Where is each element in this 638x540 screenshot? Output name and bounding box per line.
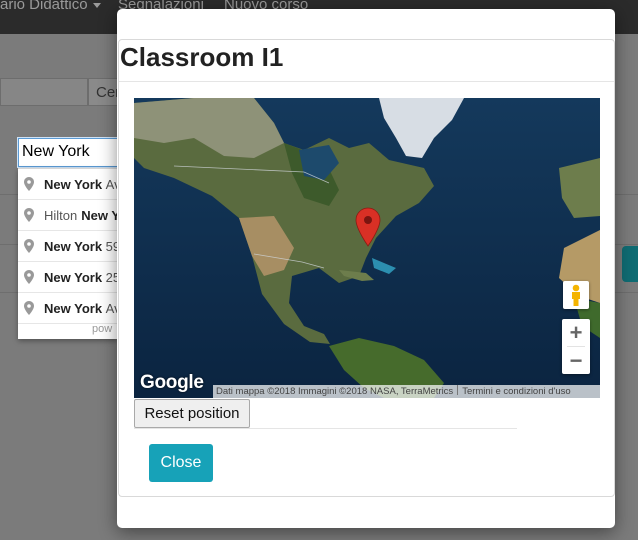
location-pin-icon (24, 208, 34, 222)
location-pin-icon (24, 301, 34, 315)
suggestion-item[interactable]: New York Av (18, 169, 118, 200)
modal-content: Classroom I1 + − Google Dati mappa ©2018… (118, 39, 615, 497)
zoom-out-button[interactable]: − (562, 347, 590, 374)
reset-position-button[interactable]: Reset position (134, 399, 250, 428)
suggestion-item[interactable]: New York Av (18, 293, 118, 324)
suggestion-prefix: Hilton (44, 207, 78, 223)
suggestion-item[interactable]: Hilton New Y (18, 200, 118, 231)
suggestion-item[interactable]: New York 59 (18, 231, 118, 262)
autocomplete-dropdown: New York Av HiltonNew Y New York 59 New … (18, 168, 118, 339)
background-action-button[interactable] (622, 246, 638, 282)
suggestion-match: New York (44, 269, 103, 285)
nav-item-registro[interactable]: ario Didattico (0, 0, 101, 13)
zoom-control: + − (562, 319, 590, 374)
modal-header: Classroom I1 (119, 40, 614, 82)
close-button[interactable]: Close (149, 444, 213, 482)
divider (457, 385, 459, 395)
divider (134, 428, 517, 429)
suggestion-match: New Y (81, 207, 118, 223)
location-pin-icon (24, 270, 34, 284)
suggestion-match: New York (44, 238, 103, 254)
suggestion-match: New York (44, 300, 103, 316)
map-view[interactable]: + − Google Dati mappa ©2018 Immagini ©20… (134, 98, 600, 398)
map-canvas (134, 98, 600, 398)
background-search-input[interactable] (0, 78, 88, 106)
zoom-in-button[interactable]: + (562, 319, 590, 346)
suggestion-item[interactable]: New York 25 (18, 262, 118, 293)
suggestion-match: New York (44, 176, 103, 192)
caret-down-icon (92, 2, 101, 8)
classroom-modal: Classroom I1 + − Google Dati mappa ©2018… (117, 9, 615, 528)
attribution-text: Dati mappa ©2018 Immagini ©2018 NASA, Te… (216, 386, 454, 397)
terms-link[interactable]: Termini e condizioni d'uso (462, 386, 570, 397)
location-pin-icon (24, 177, 34, 191)
location-pin-icon (24, 239, 34, 253)
street-view-pegman-icon[interactable] (563, 281, 589, 309)
map-attribution: Dati mappa ©2018 Immagini ©2018 NASA, Te… (213, 385, 600, 398)
modal-title: Classroom I1 (120, 42, 284, 72)
powered-by-label: pow (92, 323, 113, 335)
google-logo: Google (140, 372, 204, 393)
